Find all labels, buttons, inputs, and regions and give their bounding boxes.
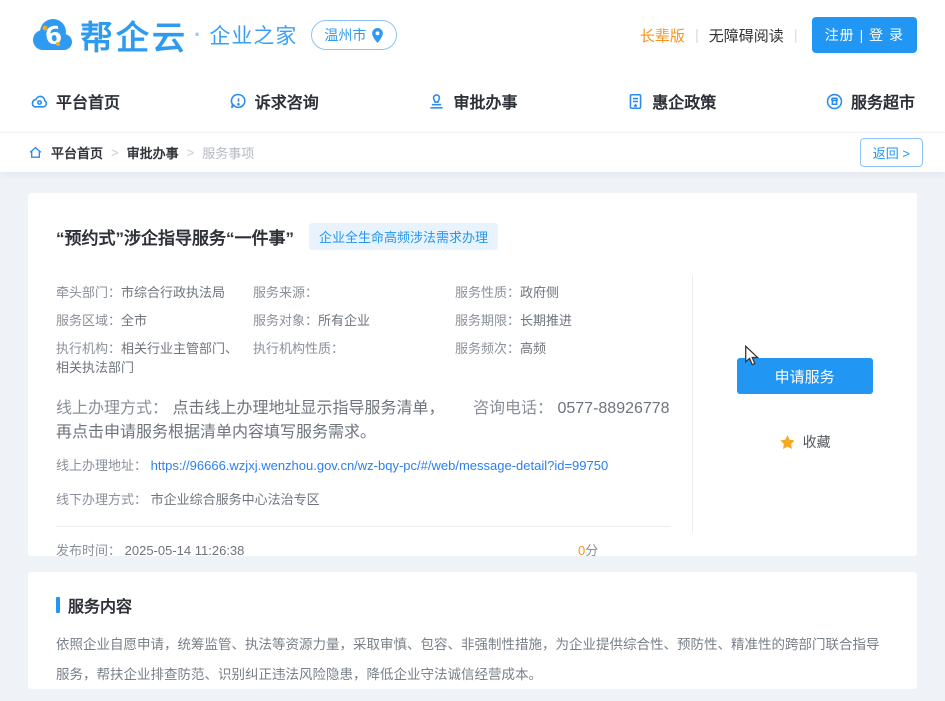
location-pin-icon <box>371 28 384 43</box>
score-badge: 0分 <box>578 540 598 559</box>
section-title: 服务内容 <box>68 593 132 617</box>
stamp-icon <box>427 92 446 111</box>
nav-label: 审批办事 <box>453 89 517 113</box>
breadcrumb: 平台首页 > 审批办事 > 服务事项 <box>28 143 254 162</box>
elder-version-link[interactable]: 长辈版 <box>640 25 685 46</box>
city-name: 温州市 <box>324 25 366 45</box>
publish-time: 发布时间： 2025-05-14 11:26:38 <box>56 540 244 559</box>
brand-subtitle: 企业之家 <box>209 20 297 50</box>
service-title: “预约式”涉企指导服务“一件事” <box>56 224 294 249</box>
field-service-target: 服务对象：所有企业 <box>253 311 455 330</box>
section-body-text: 依照企业自愿申请，统筹监管、执法等资源力量，采取审慎、包容、非强制性措施，为企业… <box>56 630 889 690</box>
online-method-row: 线上办理方式： 点击线上办理地址显示指导服务清单，再点击申请服务根据清单内容填写… <box>56 394 671 442</box>
home-icon[interactable] <box>28 145 43 160</box>
link-divider: | <box>695 27 699 44</box>
chat-bubble-icon <box>229 92 248 111</box>
service-fields: 牵头部门：市综合行政执法局 服务来源： 服务性质：政府侧 服务区域：全市 服务对… <box>56 283 671 377</box>
section-accent-bar <box>56 597 60 613</box>
breadcrumb-item-platform-home[interactable]: 平台首页 <box>51 143 103 162</box>
breadcrumb-separator: > <box>111 145 119 160</box>
vertical-divider <box>692 275 693 533</box>
publish-row: 发布时间： 2025-05-14 11:26:38 0分 <box>56 540 671 559</box>
service-action-panel: 申请服务 收藏 <box>692 193 917 556</box>
field-executing-agency: 执行机构：相关行业主管部门、相关执法部门 <box>56 339 253 377</box>
nav-label: 惠企政策 <box>652 89 716 113</box>
breadcrumb-item-current: 服务事项 <box>202 143 254 162</box>
offline-method-row: 线下办理方式： 市企业综合服务中心法治专区 <box>56 489 671 510</box>
nav-item-service-market[interactable]: 服务超市 <box>825 89 915 113</box>
online-address-row: 线上办理地址： https://96666.wzjxj.wenzhou.gov.… <box>56 455 671 476</box>
online-address-link[interactable]: https://96666.wzjxj.wenzhou.gov.cn/wz-bq… <box>151 458 609 473</box>
field-service-nature: 服务性质：政府侧 <box>455 283 671 302</box>
accessibility-link[interactable]: 无障碍阅读 <box>709 25 784 46</box>
service-detail-card: “预约式”涉企指导服务“一件事” 企业全生命高频涉法需求办理 牵头部门：市综合行… <box>28 193 917 556</box>
brand-cloud-logo-icon: 6 <box>28 15 76 55</box>
divider <box>56 526 671 527</box>
brand-name: 帮企云 <box>80 11 188 59</box>
field-lead-department: 牵头部门：市综合行政执法局 <box>56 283 253 302</box>
brand-area: 6 帮企云 · 企业之家 温州市 <box>28 11 397 59</box>
city-selector[interactable]: 温州市 <box>311 20 397 50</box>
service-badge: 企业全生命高频涉法需求办理 <box>309 223 498 250</box>
favorite-button[interactable]: 收藏 <box>779 432 831 452</box>
field-agency-nature: 执行机构性质： <box>253 339 455 377</box>
service-content-card: 服务内容 依照企业自愿申请，统筹监管、执法等资源力量，采取审慎、包容、非强制性措… <box>28 572 917 689</box>
service-detail-left: “预约式”涉企指导服务“一件事” 企业全生命高频涉法需求办理 牵头部门：市综合行… <box>28 193 692 556</box>
link-divider: | <box>794 27 798 44</box>
breadcrumb-item-approval[interactable]: 审批办事 <box>127 143 179 162</box>
star-icon <box>779 434 796 451</box>
nav-item-platform-home[interactable]: 平台首页 <box>30 89 120 113</box>
main-nav: 平台首页 诉求咨询 审批办事 <box>0 70 945 133</box>
field-service-source: 服务来源： <box>253 283 455 302</box>
nav-item-approval-services[interactable]: 审批办事 <box>427 89 517 113</box>
service-market-icon <box>825 92 844 111</box>
nav-item-enterprise-policy[interactable]: 惠企政策 <box>626 89 716 113</box>
nav-label: 服务超市 <box>851 89 915 113</box>
nav-label: 平台首页 <box>56 89 120 113</box>
field-service-region: 服务区域：全市 <box>56 311 253 330</box>
consult-phone: 咨询电话： 0577-88926778 <box>473 394 670 418</box>
back-button[interactable]: 返回 > <box>860 138 923 167</box>
online-method: 线上办理方式： 点击线上办理地址显示指导服务清单，再点击申请服务根据清单内容填写… <box>56 394 459 442</box>
cloud-home-icon <box>30 92 49 111</box>
main-content: “预约式”涉企指导服务“一件事” 企业全生命高频涉法需求办理 牵头部门：市综合行… <box>0 172 945 689</box>
page-header: 6 帮企云 · 企业之家 温州市 长辈版 | 无障碍阅读 | 注册 | 登 录 <box>0 0 945 70</box>
apply-service-button[interactable]: 申请服务 <box>737 358 873 394</box>
brand-separator-dot: · <box>194 22 201 48</box>
field-service-frequency: 服务频次：高频 <box>455 339 671 377</box>
section-header: 服务内容 <box>56 593 889 617</box>
breadcrumb-separator: > <box>187 145 195 160</box>
favorite-label: 收藏 <box>803 432 831 452</box>
nav-label: 诉求咨询 <box>255 89 319 113</box>
field-service-term: 服务期限：长期推进 <box>455 311 671 330</box>
breadcrumb-bar: 平台首页 > 审批办事 > 服务事项 返回 > <box>0 133 945 172</box>
policy-doc-icon <box>626 92 645 111</box>
register-login-button[interactable]: 注册 | 登 录 <box>812 17 917 53</box>
nav-item-appeal-consult[interactable]: 诉求咨询 <box>229 89 319 113</box>
header-links: 长辈版 | 无障碍阅读 | 注册 | 登 录 <box>640 17 917 53</box>
